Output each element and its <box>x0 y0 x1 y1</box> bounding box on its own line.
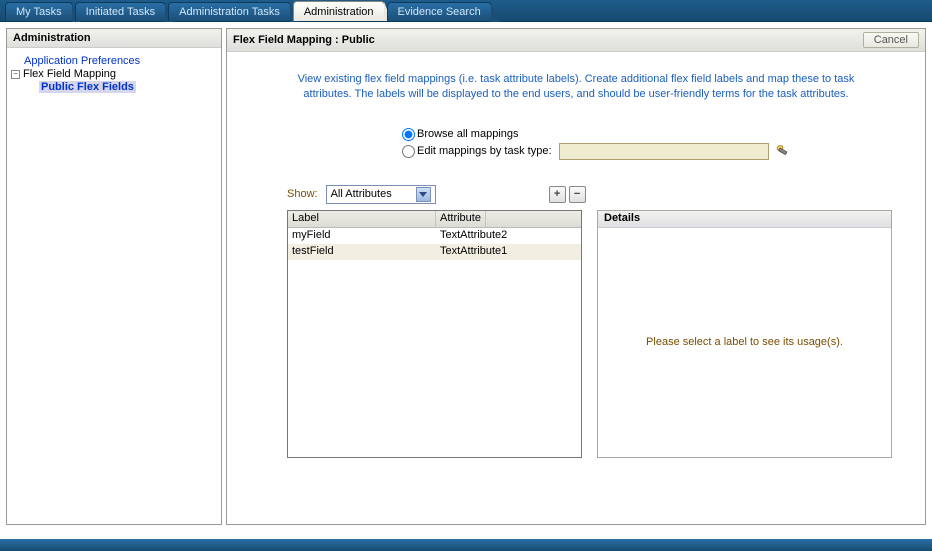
radio-browse-all[interactable] <box>402 128 415 141</box>
details-empty-message: Please select a label to see its usage(s… <box>598 228 891 457</box>
mappings-table: Label Attribute myField TextAttribute2 t… <box>287 210 582 458</box>
show-label: Show: <box>287 188 318 200</box>
column-header-attribute[interactable]: Attribute <box>436 211 486 227</box>
tab-administration[interactable]: Administration <box>293 1 385 21</box>
sidebar-tree: Application Preferences − Flex Field Map… <box>7 48 221 99</box>
tab-administration-tasks[interactable]: Administration Tasks <box>168 2 291 21</box>
add-button[interactable]: + <box>549 186 566 203</box>
show-select-value: All Attributes <box>331 188 392 200</box>
sidebar-title: Administration <box>7 29 221 48</box>
tree-expander-icon[interactable]: − <box>11 70 20 79</box>
radio-edit-by-type-label: Edit mappings by task type: <box>417 145 552 157</box>
table-row[interactable]: myField TextAttribute2 <box>288 228 581 244</box>
details-title: Details <box>598 211 891 228</box>
radio-browse-all-label: Browse all mappings <box>417 128 519 140</box>
cancel-button[interactable]: Cancel <box>863 32 919 48</box>
sidebar: Administration Application Preferences −… <box>6 28 222 525</box>
tab-evidence-search[interactable]: Evidence Search <box>387 2 492 21</box>
cell-attribute: TextAttribute1 <box>436 244 511 260</box>
tab-initiated-tasks[interactable]: Initiated Tasks <box>75 2 167 21</box>
chevron-down-icon <box>416 187 431 202</box>
cell-label: myField <box>288 228 436 244</box>
flashlight-icon[interactable] <box>775 143 791 159</box>
main-panel: Flex Field Mapping : Public Cancel View … <box>226 28 926 525</box>
tab-my-tasks[interactable]: My Tasks <box>5 2 73 21</box>
intro-text: View existing flex field mappings (i.e. … <box>277 72 875 103</box>
sidebar-item-flex-field-mapping[interactable]: Flex Field Mapping <box>23 68 116 80</box>
top-tabbar: My Tasks Initiated Tasks Administration … <box>0 0 932 22</box>
sidebar-item-public-flex-fields[interactable]: Public Flex Fields <box>39 81 136 93</box>
remove-button[interactable]: − <box>569 186 586 203</box>
radio-edit-by-type[interactable] <box>402 145 415 158</box>
task-type-input[interactable] <box>559 143 769 160</box>
details-panel: Details Please select a label to see its… <box>597 210 892 458</box>
bottom-bar <box>0 539 932 551</box>
cell-attribute: TextAttribute2 <box>436 228 511 244</box>
table-row[interactable]: testField TextAttribute1 <box>288 244 581 260</box>
page-title: Flex Field Mapping : Public <box>233 34 863 46</box>
cell-label: testField <box>288 244 436 260</box>
column-header-label[interactable]: Label <box>288 211 436 227</box>
show-select[interactable]: All Attributes <box>326 185 436 204</box>
sidebar-item-app-preferences[interactable]: Application Preferences <box>24 55 140 67</box>
